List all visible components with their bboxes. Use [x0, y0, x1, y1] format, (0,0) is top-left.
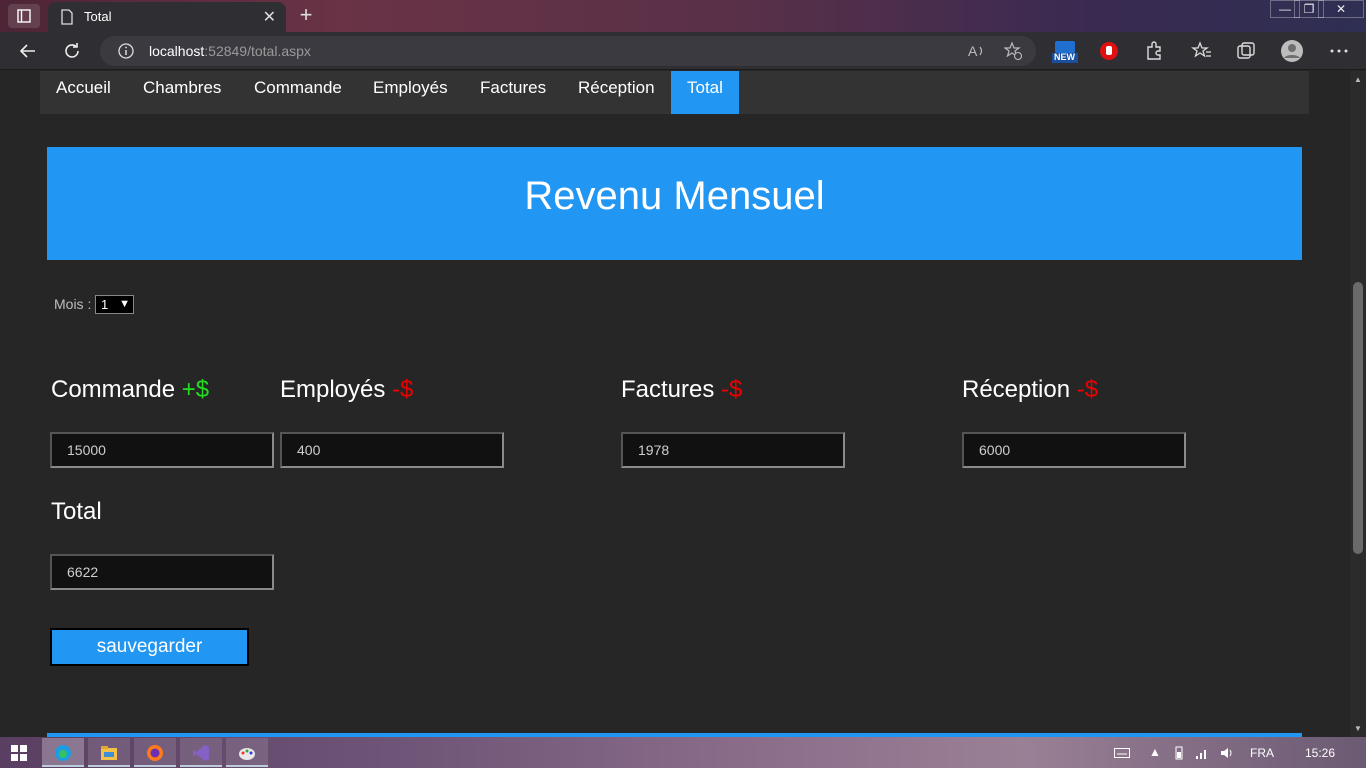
mois-select[interactable]: 1 ▼ [95, 295, 134, 314]
extensions-icon[interactable] [1143, 40, 1165, 62]
battery-icon[interactable] [1172, 746, 1186, 760]
nav-item-factures[interactable]: Factures [464, 71, 562, 114]
firefox-icon [147, 745, 163, 761]
more-menu-icon[interactable] [1328, 40, 1350, 62]
factures-field[interactable]: 1978 [621, 432, 845, 468]
factures-title: Factures [621, 376, 715, 403]
visual-studio-icon [193, 745, 209, 761]
scroll-thumb[interactable] [1353, 282, 1363, 554]
reception-field[interactable]: 6000 [962, 432, 1186, 468]
refresh-icon[interactable] [62, 41, 82, 61]
nav-item-accueil[interactable]: Accueil [40, 71, 127, 114]
favorites-icon[interactable] [1191, 40, 1213, 62]
total-heading: Total [51, 498, 102, 525]
nav-item-total[interactable]: Total [671, 71, 739, 114]
mois-label: Mois : [54, 296, 92, 312]
windows-taskbar: ▲ FRA 15:26 [0, 737, 1366, 768]
nav-item-reception[interactable]: Réception [562, 71, 671, 114]
nav-item-commande[interactable]: Commande [238, 71, 358, 114]
profile-avatar-icon[interactable] [1280, 39, 1304, 63]
paint-icon [239, 748, 255, 760]
new-tab-button[interactable]: + [294, 3, 318, 27]
url-path: :52849/total.aspx [204, 43, 311, 59]
file-explorer-icon [101, 746, 117, 760]
reception-sign: -$ [1076, 376, 1099, 403]
taskbar-firefox[interactable] [134, 738, 176, 767]
url-host: localhost [149, 43, 205, 59]
edge-icon [55, 745, 71, 761]
windows-start-icon[interactable] [11, 745, 27, 761]
taskbar-visual-studio[interactable] [180, 738, 222, 767]
scroll-up-icon[interactable]: ▲ [1354, 75, 1362, 84]
page-title: Revenu Mensuel [524, 174, 825, 218]
new-badge: NEW [1054, 52, 1075, 62]
taskbar-edge[interactable] [42, 738, 84, 767]
nav-item-chambres[interactable]: Chambres [127, 71, 237, 114]
adblock-icon[interactable] [1098, 40, 1120, 62]
browser-tab-bar: Total ✕ + — ❐ ✕ [0, 0, 1366, 32]
reception-heading: Réception -$ [962, 376, 1098, 404]
network-icon[interactable] [1195, 746, 1209, 760]
add-favorite-icon[interactable] [1004, 42, 1022, 60]
commande-field[interactable]: 15000 [50, 432, 274, 468]
factures-heading: Factures -$ [621, 376, 742, 404]
employes-title: Employés [280, 376, 386, 403]
taskbar-paint[interactable] [226, 738, 268, 767]
tab-actions-icon [17, 9, 31, 23]
nav-item-employes[interactable]: Employés [357, 71, 464, 114]
commande-heading: Commande +$ [51, 376, 209, 404]
employes-sign: -$ [392, 376, 414, 403]
employes-field[interactable]: 400 [280, 432, 504, 468]
url-bar[interactable]: localhost:52849/total.aspx A [100, 36, 1036, 66]
reception-title: Réception [962, 376, 1071, 403]
page-content: Accueil Chambres Commande Employés Factu… [0, 71, 1350, 737]
mois-selected-value: 1 [101, 297, 109, 312]
scroll-down-icon[interactable]: ▼ [1354, 724, 1362, 733]
back-arrow-icon[interactable] [18, 41, 38, 61]
factures-sign: -$ [721, 376, 743, 403]
read-aloud-icon[interactable]: A [968, 43, 986, 59]
address-toolbar: localhost:52849/total.aspx A NEW [0, 32, 1366, 70]
browser-tab-total[interactable]: Total ✕ [48, 2, 286, 32]
chevron-down-icon: ▼ [119, 298, 130, 310]
commande-title: Commande [51, 376, 176, 403]
tab-actions-button[interactable] [8, 4, 40, 28]
tab-close-icon[interactable]: ✕ [263, 7, 276, 27]
keyboard-icon[interactable] [1114, 748, 1130, 758]
page-banner: Revenu Mensuel [47, 147, 1302, 260]
url-text: localhost:52849/total.aspx [149, 43, 311, 59]
page-scrollbar[interactable]: ▲ ▼ [1350, 71, 1366, 737]
save-button[interactable]: sauvegarder [50, 628, 249, 666]
new-extension-icon[interactable]: NEW [1052, 40, 1078, 63]
site-navbar: Accueil Chambres Commande Employés Factu… [40, 71, 1309, 114]
page-icon [61, 9, 73, 25]
employes-heading: Employés -$ [280, 376, 413, 404]
total-field[interactable]: 6622 [50, 554, 274, 590]
collections-icon[interactable] [1235, 40, 1257, 62]
tab-title: Total [84, 9, 112, 24]
clock-time[interactable]: 15:26 [1305, 746, 1335, 760]
language-indicator[interactable]: FRA [1250, 746, 1274, 760]
svg-text:A: A [968, 43, 978, 59]
site-info-icon[interactable] [118, 43, 134, 59]
commande-sign: +$ [181, 376, 210, 403]
taskbar-file-explorer[interactable] [88, 738, 130, 767]
close-window-button[interactable]: ✕ [1318, 0, 1364, 18]
tray-overflow-icon[interactable]: ▲ [1149, 745, 1161, 759]
volume-icon[interactable] [1220, 746, 1234, 760]
